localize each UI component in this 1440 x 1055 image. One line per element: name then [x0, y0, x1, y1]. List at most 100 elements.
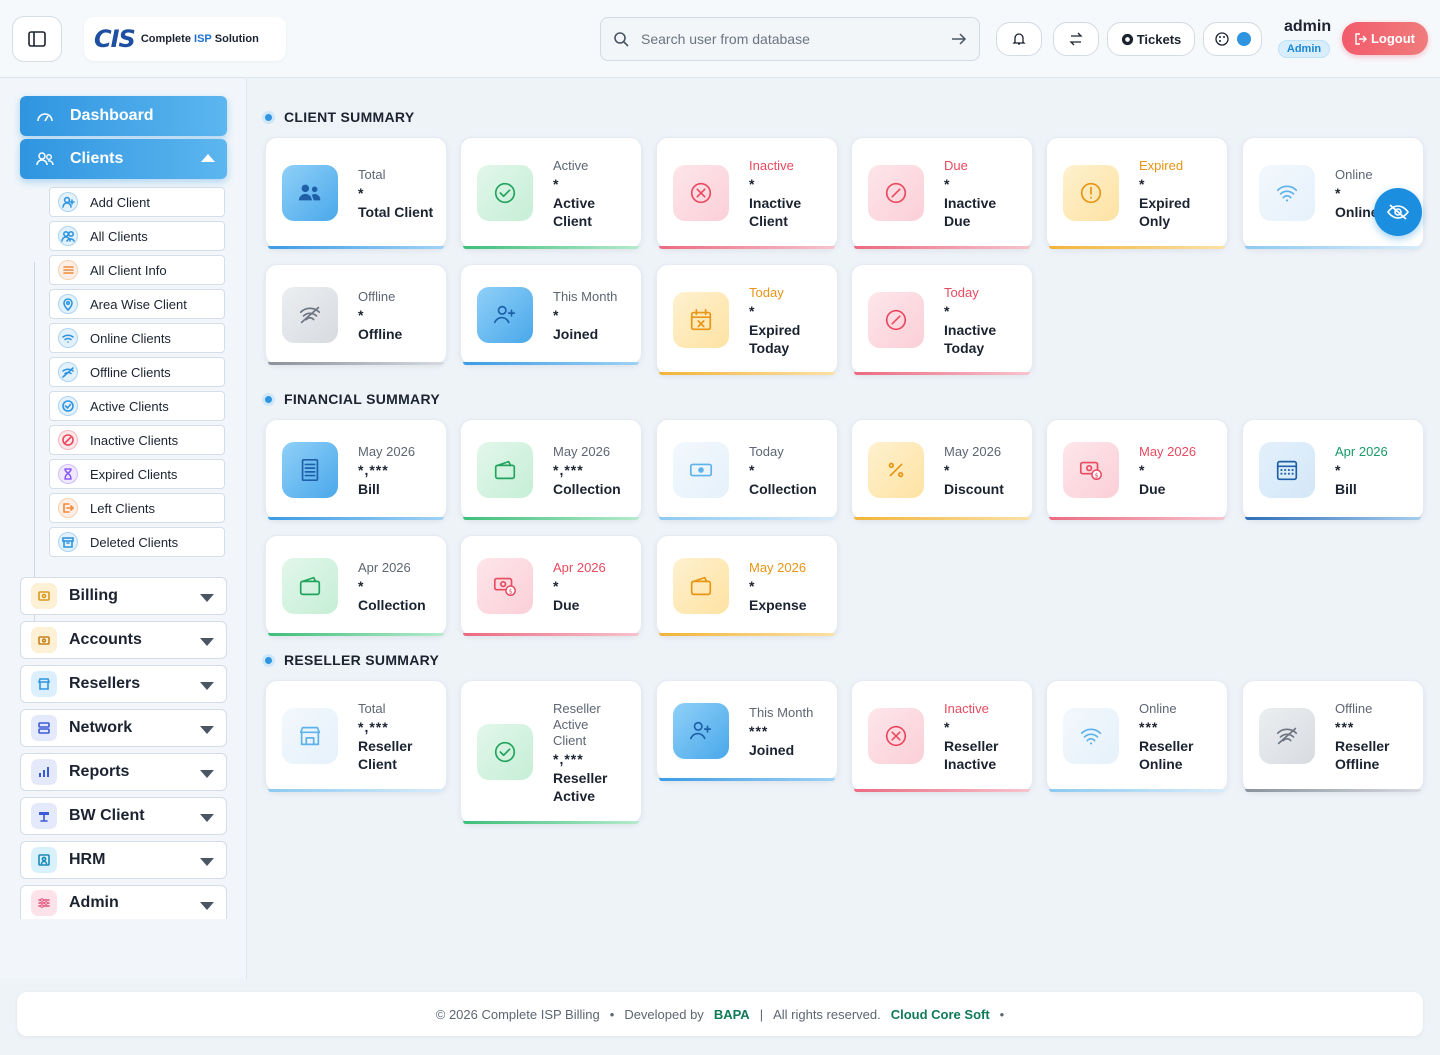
financial-stat-card[interactable]: Apr 2026 * Collection [265, 535, 447, 636]
stat-period: Online [1139, 701, 1177, 716]
sidebar-item-clients[interactable]: Clients [20, 139, 227, 179]
sidebar-item-admin[interactable]: Admin [20, 885, 227, 919]
chevron-down-icon [200, 594, 214, 602]
users-icon-wrap [58, 226, 78, 246]
svg-text:$: $ [509, 587, 513, 595]
reseller-stat-card[interactable]: Total *,*** Reseller Client [265, 680, 447, 792]
stat-period: May 2026 [553, 444, 611, 459]
reseller-stat-card[interactable]: Inactive * Reseller Inactive [851, 680, 1033, 792]
sidebar-item-accounts[interactable]: Accounts [20, 621, 227, 659]
financial-stat-card[interactable]: $ May 2026 * Due [1046, 419, 1228, 520]
client-stat-card[interactable]: Today * Expired Today [656, 264, 838, 375]
client-stat-card[interactable]: Active * Active Client [460, 137, 642, 249]
brand-logo[interactable]: CIS Complete ISP Solution [84, 17, 286, 61]
stat-icon-wrap [282, 708, 338, 764]
reseller-stat-card[interactable]: Reseller Active Client *,*** Reseller Acti… [460, 680, 642, 824]
stat-label: Due [1139, 481, 1166, 497]
reseller-stat-card[interactable]: Online *** Reseller Online [1046, 680, 1228, 792]
sidebar-item-label: Dashboard [70, 107, 154, 124]
logo-text: Complete ISP Solution [140, 33, 259, 45]
financial-stat-card[interactable]: Today * Collection [656, 419, 838, 520]
bandwidth-icon [39, 812, 49, 822]
sidebar-subitem-all-clients[interactable]: All Clients [49, 221, 225, 251]
stat-text: Expired * Expired Only [1139, 158, 1221, 230]
tickets-button[interactable]: Tickets [1107, 22, 1195, 56]
list-icon-wrap [58, 260, 78, 280]
sidebar-subitem-online-clients[interactable]: Online Clients [49, 323, 225, 353]
stat-value: * [749, 578, 756, 594]
sidebar-subitem-all-client-info[interactable]: All Client Info [49, 255, 225, 285]
sidebar-subitem-area-wise-client[interactable]: Area Wise Client [49, 289, 225, 319]
client-stat-card[interactable]: Due * Inactive Due [851, 137, 1033, 249]
client-stat-card[interactable]: Inactive * Inactive Client [656, 137, 838, 249]
financial-stat-card[interactable]: Apr 2026 * Bill [1242, 419, 1424, 520]
sidebar-subitem-deleted-clients[interactable]: Deleted Clients [49, 527, 225, 557]
user-name: admin [1284, 18, 1332, 35]
stat-period: Expired [1139, 158, 1184, 173]
stat-value: * [944, 719, 951, 735]
financial-stat-card[interactable]: May 2026 *,*** Collection [460, 419, 642, 520]
stat-value: *,*** [553, 462, 584, 478]
sidebar-subitem-offline-clients[interactable]: Offline Clients [49, 357, 225, 387]
stat-text: Due * Inactive Due [944, 158, 1026, 230]
financial-stat-card[interactable]: May 2026 *,*** Bill [265, 419, 447, 520]
sidebar-subitem-left-clients[interactable]: Left Clients [49, 493, 225, 523]
stat-icon-wrap [868, 442, 924, 498]
sidebar-subitem-inactive-clients[interactable]: Inactive Clients [49, 425, 225, 455]
stat-accent-bar [1245, 246, 1421, 249]
stat-period: Due [944, 158, 968, 173]
archive-icon-wrap [58, 532, 78, 552]
sidebar-item-resellers[interactable]: Resellers [20, 665, 227, 703]
stat-label: Inactive Due [944, 195, 997, 229]
client-stat-card[interactable]: Today * Inactive Today [851, 264, 1033, 375]
switch-button[interactable] [1053, 22, 1099, 56]
client-stat-card[interactable]: This Month * Joined [460, 264, 642, 365]
notifications-button[interactable] [996, 22, 1042, 56]
sidebar-item-label: HRM [69, 851, 106, 868]
stat-period: Reseller Active Client [553, 701, 601, 748]
logout-button[interactable]: Logout [1342, 22, 1428, 55]
theme-button[interactable] [1203, 22, 1262, 56]
stat-icon-wrap [673, 442, 729, 498]
sidebar-item-billing[interactable]: Billing [20, 577, 227, 615]
reseller-stat-card[interactable]: Offline *** Reseller Offline [1242, 680, 1424, 792]
financial-stat-card[interactable]: May 2026 * Discount [851, 419, 1033, 520]
stat-value: * [553, 307, 560, 323]
stat-icon-wrap [673, 292, 729, 348]
search-bar[interactable]: Search user from database [600, 17, 980, 61]
stat-accent-bar [463, 362, 639, 365]
sidebar-item-reports[interactable]: Reports [20, 753, 227, 791]
ban-icon-wrap [58, 430, 78, 450]
chevron-down-icon [200, 902, 214, 910]
footer-dev-brand-link[interactable]: BAPA [714, 1007, 750, 1022]
sidebar-subitem-expired-clients[interactable]: Expired Clients [49, 459, 225, 489]
chart-icon [39, 767, 49, 777]
stat-value: * [358, 578, 365, 594]
stat-icon-wrap [477, 724, 533, 780]
sidebar-subitem-add-client[interactable]: Add Client [49, 187, 225, 217]
sidebar-item-dashboard[interactable]: Dashboard [20, 96, 227, 136]
wifi-off-icon [1276, 727, 1298, 745]
sidebar-subitem-active-clients[interactable]: Active Clients [49, 391, 225, 421]
reseller-stat-card[interactable]: This Month *** Joined [656, 680, 838, 781]
client-stat-card[interactable]: Offline * Offline [265, 264, 447, 365]
search-input[interactable]: Search user from database [641, 31, 951, 47]
client-stat-card[interactable]: Expired * Expired Only [1046, 137, 1228, 249]
client-stat-card[interactable]: Total * Total Client [265, 137, 447, 249]
sidebar-toggle-button[interactable] [12, 16, 62, 62]
sidebar-item-network[interactable]: Network [20, 709, 227, 747]
stat-value: * [1139, 462, 1146, 478]
arrow-right-icon[interactable] [951, 33, 967, 45]
stat-text: Offline *** Reseller Offline [1335, 701, 1417, 773]
sidebar-item-hrm[interactable]: HRM [20, 841, 227, 879]
financial-stat-card[interactable]: $ Apr 2026 * Due [460, 535, 642, 636]
swap-icon [1069, 32, 1083, 46]
sidebar-item-bw-client[interactable]: BW Client [20, 797, 227, 835]
top-header: CIS Complete ISP Solution Search user fr… [0, 0, 1440, 78]
stat-accent-bar [463, 246, 639, 249]
stat-text: Reseller Active Client *,*** Reseller Acti… [553, 701, 635, 805]
stat-text: May 2026 * Due [1139, 444, 1221, 498]
hide-values-button[interactable] [1374, 188, 1422, 236]
financial-stat-card[interactable]: May 2026 * Expense [656, 535, 838, 636]
footer-company-link[interactable]: Cloud Core Soft [891, 1007, 990, 1022]
